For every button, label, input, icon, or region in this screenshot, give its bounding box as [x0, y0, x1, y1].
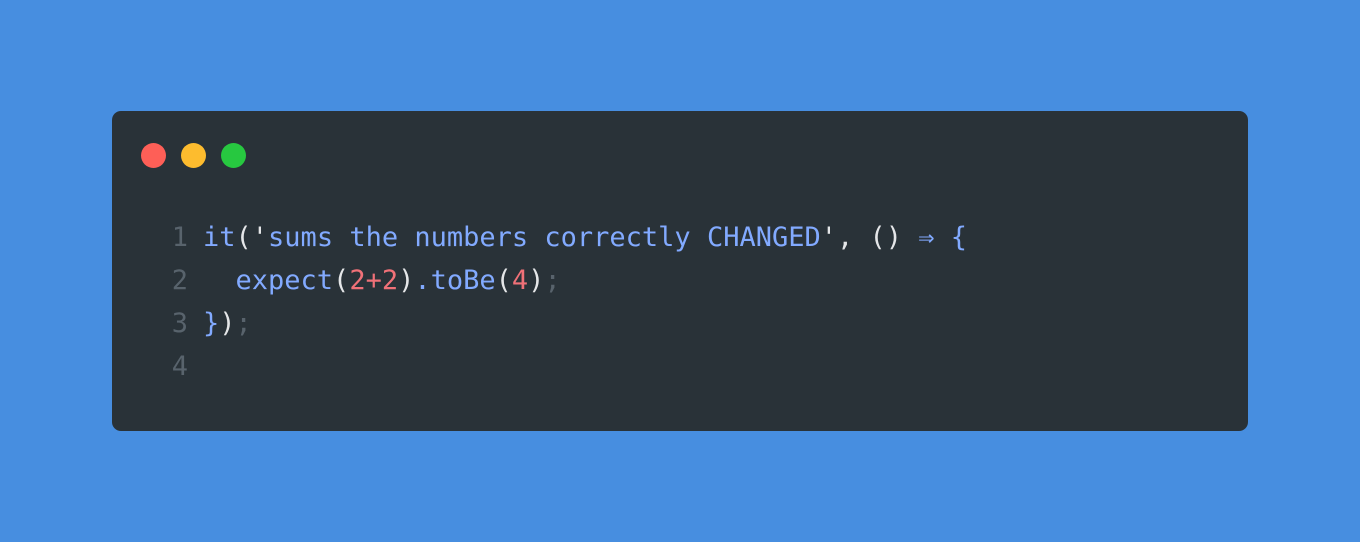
code-token: ': [820, 222, 837, 253]
code-token: , (): [837, 222, 919, 253]
line-source: });: [203, 302, 252, 345]
code-token: 4: [511, 265, 529, 296]
code-token: expect: [203, 265, 334, 296]
code-token: ⇒: [918, 222, 935, 253]
line-number: 3: [171, 308, 188, 339]
close-window-button[interactable]: [141, 143, 166, 168]
zoom-window-button[interactable]: [221, 143, 246, 168]
code-token: }: [203, 308, 220, 339]
code-token: (: [495, 265, 512, 296]
line-source: it('sums the numbers correctly CHANGED',…: [203, 216, 967, 259]
line-number: 2: [171, 265, 188, 296]
code-token: it: [203, 222, 236, 253]
code-token: ): [398, 265, 415, 296]
line-source: expect(2+2).toBe(4);: [203, 259, 561, 302]
code-token: ): [528, 265, 545, 296]
code-token: ): [219, 308, 236, 339]
code-token: {: [934, 222, 968, 253]
code-token: ;: [235, 308, 252, 339]
code-token: (: [235, 222, 252, 253]
code-token: ': [251, 222, 269, 253]
code-window: 1 it('sums the numbers correctly CHANGED'…: [112, 111, 1248, 431]
code-token: ;: [544, 265, 561, 296]
minimize-window-button[interactable]: [181, 143, 206, 168]
line-number: 4: [171, 351, 188, 382]
code-token: .toBe: [414, 265, 496, 296]
code-token: (: [333, 265, 350, 296]
line-number: 1: [171, 222, 188, 253]
code-token: 2+2: [349, 265, 399, 296]
code-token: sums the numbers correctly CHANGED: [268, 222, 821, 253]
